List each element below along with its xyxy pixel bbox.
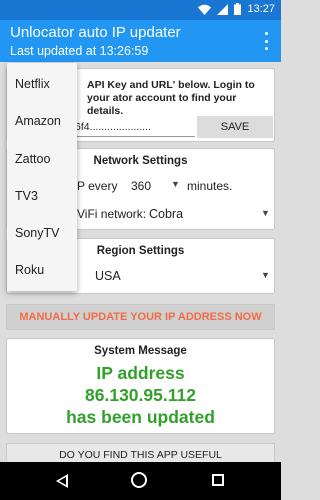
navigation-bar (0, 462, 281, 500)
wifi-network-select[interactable]: Cobra (149, 207, 183, 221)
save-button[interactable]: SAVE (197, 116, 273, 138)
last-updated-text: Last updated at 13:26:59 (10, 44, 149, 58)
recent-apps-icon[interactable] (212, 474, 224, 486)
chevron-down-icon[interactable]: ▼ (171, 179, 180, 189)
battery-icon (234, 3, 242, 15)
status-icons: 13:27 (198, 3, 275, 15)
menu-item-sonytv[interactable]: SonyTV (15, 226, 59, 240)
minutes-label: minutes. (187, 179, 233, 193)
ip-every-label: P every (77, 179, 118, 193)
menu-item-tv3[interactable]: TV3 (15, 189, 38, 203)
wifi-network-label: ViFi network: (77, 207, 147, 221)
chevron-down-icon[interactable]: ▼ (261, 270, 270, 280)
overflow-menu-icon[interactable] (261, 32, 271, 50)
chevron-down-icon[interactable]: ▼ (261, 208, 270, 218)
app-bar: Unlocator auto IP updater Last updated a… (0, 20, 281, 62)
back-icon[interactable] (56, 474, 68, 488)
menu-item-amazon[interactable]: Amazon (15, 114, 61, 128)
system-message-card: System Message IP address 86.130.95.112 … (6, 338, 275, 434)
region-select[interactable]: USA (95, 269, 121, 283)
status-time: 13:27 (247, 3, 275, 15)
home-icon[interactable] (131, 472, 147, 488)
menu-item-roku[interactable]: Roku (15, 263, 44, 277)
system-message-heading: System Message (94, 345, 187, 357)
message-line-3: has been updated (66, 407, 215, 427)
status-bar: 13:27 (0, 0, 281, 20)
wifi-icon (198, 4, 212, 15)
api-key-input[interactable] (67, 117, 195, 137)
manual-update-button[interactable]: MANUALLY UPDATE YOUR IP ADDRESS NOW (6, 304, 275, 330)
menu-item-netflix[interactable]: Netflix (15, 77, 50, 91)
app-title: Unlocator auto IP updater (10, 24, 181, 41)
ip-address-text: 86.130.95.112 (85, 385, 196, 405)
signal-icon (217, 3, 229, 15)
menu-item-zattoo[interactable]: Zattoo (15, 152, 50, 166)
api-instructions: API Key and URL' below. Login to your at… (87, 79, 255, 117)
service-dropdown-menu: Netflix Amazon Zattoo TV3 SonyTV Roku (7, 63, 77, 291)
message-line-1: IP address (96, 363, 185, 383)
interval-select[interactable]: 360 (131, 179, 151, 193)
